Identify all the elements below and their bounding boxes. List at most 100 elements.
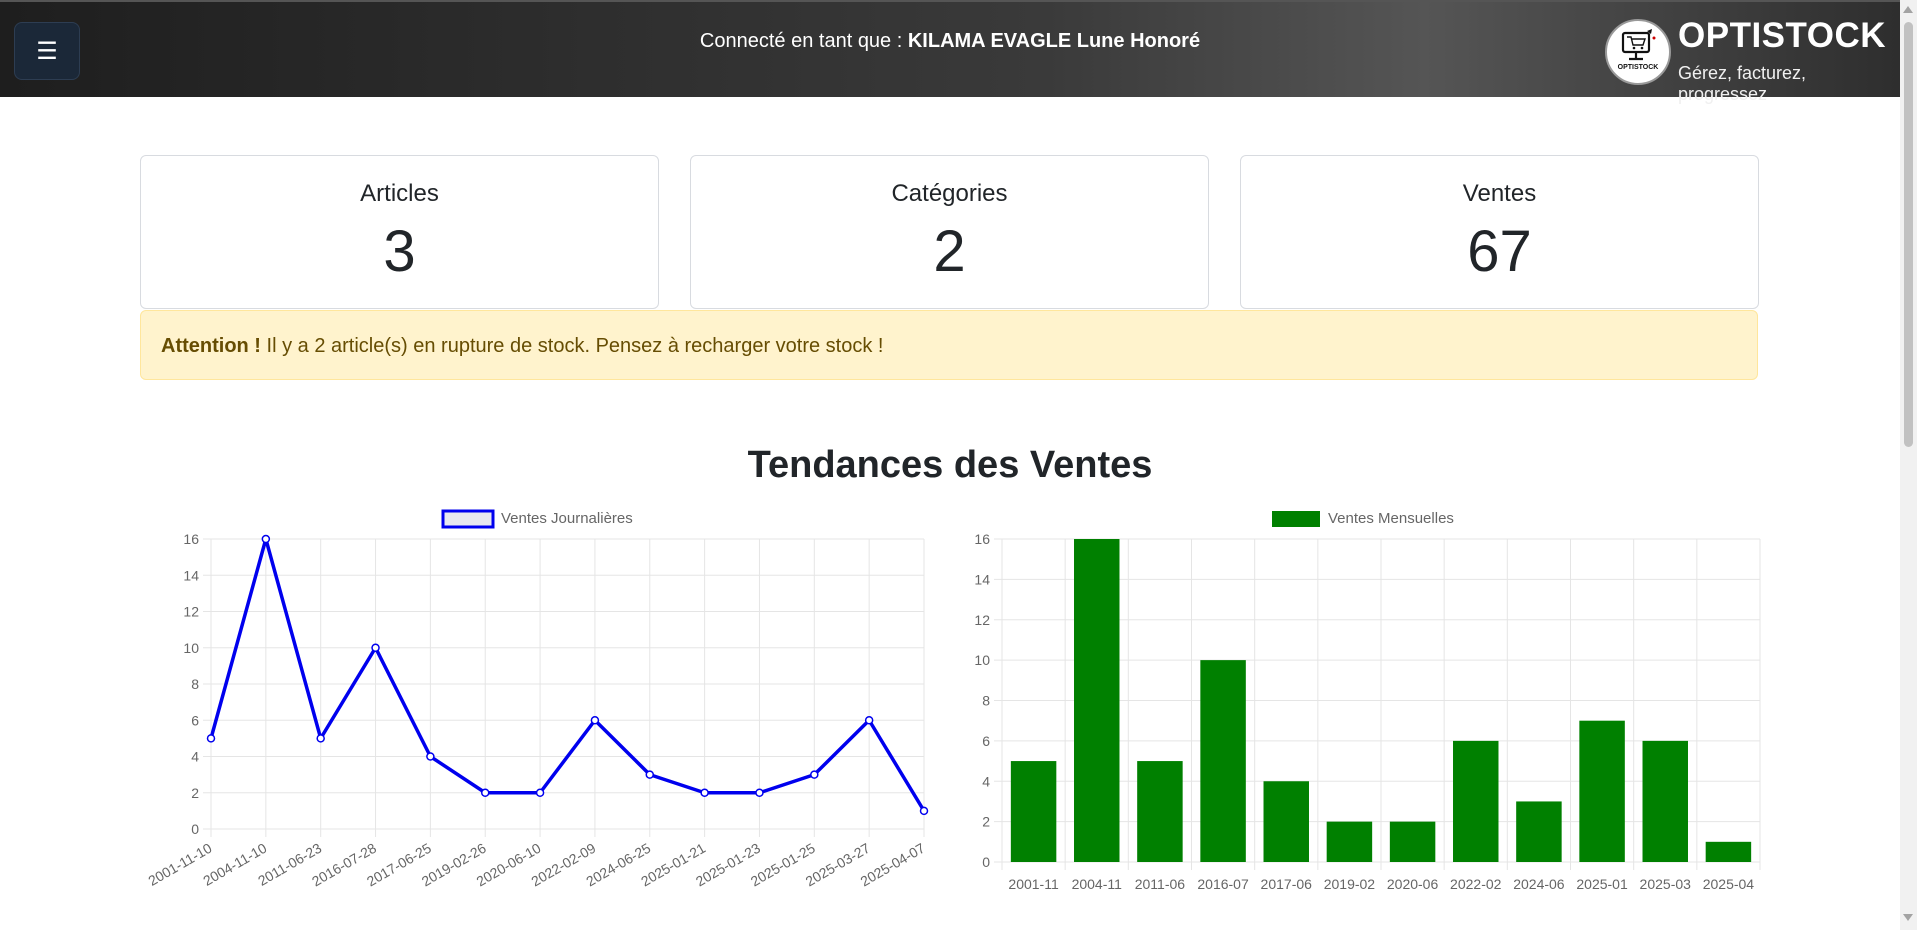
x-tick-label: 2025-03 xyxy=(1640,876,1692,892)
x-tick-label: 2022-02 xyxy=(1450,876,1502,892)
data-point xyxy=(810,770,819,779)
y-tick-label: 2 xyxy=(191,785,199,801)
x-tick-label: 2022-02-09 xyxy=(528,840,598,890)
series-line xyxy=(209,537,926,812)
alert-message: Il y a 2 article(s) en rupture de stock.… xyxy=(260,335,884,357)
data-point xyxy=(261,534,271,544)
bar xyxy=(1516,801,1562,862)
x-tick-label: 2025-01-25 xyxy=(748,840,818,890)
y-tick-label: 10 xyxy=(183,640,199,656)
x-tick-label: 2011-06-23 xyxy=(255,840,324,889)
bar xyxy=(1642,740,1688,862)
bar xyxy=(1579,720,1625,862)
x-tick-label: 2025-01-23 xyxy=(693,840,763,890)
stat-card-categories: Catégories 2 xyxy=(690,155,1209,309)
scroll-down-arrow-icon[interactable] xyxy=(1903,914,1913,921)
data-point xyxy=(919,806,929,816)
y-tick-label: 0 xyxy=(982,854,990,870)
data-point xyxy=(480,788,490,797)
bar xyxy=(1074,539,1120,862)
x-tick-label: 2001-11-10 xyxy=(145,840,214,889)
stat-card-label: Articles xyxy=(360,180,439,207)
y-tick-label: 2 xyxy=(982,814,990,830)
data-point xyxy=(535,788,545,797)
y-tick-label: 12 xyxy=(974,612,990,628)
y-tick-label: 6 xyxy=(191,712,199,728)
data-point xyxy=(864,716,874,725)
alert-strong: Attention ! xyxy=(161,335,261,357)
data-point xyxy=(371,643,380,652)
bar xyxy=(1326,821,1373,862)
x-tick-label: 2011-06 xyxy=(1135,876,1186,892)
legend-swatch xyxy=(441,509,495,529)
brand-tagline: Gérez, facturez, progressez xyxy=(1678,63,1807,104)
y-tick-label: 12 xyxy=(183,604,199,620)
x-tick-label: 2004-11-10 xyxy=(200,840,269,889)
data-point xyxy=(645,770,655,779)
legend-label: Ventes Mensuelles xyxy=(1328,510,1454,527)
stat-card-value: 3 xyxy=(383,219,416,284)
x-tick-label: 2016-07-28 xyxy=(309,840,379,890)
bar xyxy=(1137,761,1183,862)
bar xyxy=(1010,761,1057,862)
data-point xyxy=(755,788,764,797)
x-tick-label: 2025-03-27 xyxy=(803,840,873,890)
stat-card-sales: Ventes 67 xyxy=(1240,155,1759,309)
bar xyxy=(1453,740,1499,862)
login-prefix: Connecté en tant que : xyxy=(699,30,908,52)
brand-logo[interactable]: OPTISTOCK xyxy=(1605,19,1671,85)
stat-card-label: Ventes xyxy=(1462,180,1537,207)
scrollbar-thumb[interactable] xyxy=(1904,22,1913,447)
stat-card-value: 2 xyxy=(933,219,966,284)
stock-warning-alert: Attention ! Il y a 2 article(s) en ruptu… xyxy=(140,310,1758,380)
x-tick-label: 2025-01-21 xyxy=(638,840,708,890)
data-point xyxy=(700,788,709,797)
x-tick-label: 2025-01 xyxy=(1576,876,1628,892)
y-tick-label: 8 xyxy=(191,676,199,692)
bar xyxy=(1705,841,1752,862)
y-tick-label: 14 xyxy=(974,571,990,587)
y-tick-label: 4 xyxy=(982,773,990,789)
y-tick-label: 16 xyxy=(974,531,990,547)
x-tick-label: 2019-02-26 xyxy=(419,840,489,890)
y-tick-label: 16 xyxy=(183,531,199,547)
bar xyxy=(1200,660,1246,862)
x-tick-label: 2020-06-10 xyxy=(474,840,544,890)
stat-card-label: Catégories xyxy=(891,180,1008,207)
x-tick-label: 2019-02 xyxy=(1324,876,1376,892)
x-tick-label: 2020-06 xyxy=(1387,876,1439,892)
data-point xyxy=(426,752,435,761)
data-point xyxy=(206,734,216,743)
x-tick-label: 2016-07 xyxy=(1197,876,1249,892)
stat-card-articles: Articles 3 xyxy=(140,155,659,309)
legend-swatch xyxy=(1272,511,1320,527)
x-tick-label: 2025-04 xyxy=(1703,876,1755,892)
bar xyxy=(1389,821,1436,862)
scroll-up-arrow-icon[interactable] xyxy=(1903,6,1913,13)
y-tick-label: 0 xyxy=(191,821,199,837)
x-tick-label: 2025-04-07 xyxy=(857,840,927,890)
stat-card-value: 67 xyxy=(1467,219,1532,284)
x-tick-label: 2024-06 xyxy=(1513,876,1565,892)
x-tick-label: 2001-11 xyxy=(1008,876,1059,892)
y-tick-label: 4 xyxy=(191,749,199,765)
x-tick-label: 2024-06-25 xyxy=(583,840,653,890)
y-tick-label: 8 xyxy=(982,693,990,709)
data-point xyxy=(316,734,325,743)
logo-text: OPTISTOCK xyxy=(1618,64,1659,71)
section-title: Tendances des Ventes xyxy=(747,444,1153,486)
x-tick-label: 2017-06 xyxy=(1261,876,1313,892)
y-tick-label: 10 xyxy=(974,652,990,668)
brand-name: OPTISTOCK xyxy=(1678,16,1887,55)
top-navbar: ☰ Connecté en tant que : KILAMA EVAGLE L… xyxy=(0,0,1900,104)
x-tick-label: 2004-11 xyxy=(1072,876,1123,892)
monitor-cart-logo-icon: OPTISTOCK xyxy=(1618,29,1659,71)
user-name: KILAMA EVAGLE Lune Honoré xyxy=(907,30,1201,52)
bar xyxy=(1263,781,1309,862)
data-point xyxy=(590,716,600,725)
x-tick-label: 2017-06-25 xyxy=(364,840,434,890)
page-scrollbar[interactable] xyxy=(1900,0,1917,930)
y-tick-label: 14 xyxy=(183,567,199,583)
y-tick-label: 6 xyxy=(982,733,990,749)
legend-label: Ventes Journalières xyxy=(501,510,633,527)
